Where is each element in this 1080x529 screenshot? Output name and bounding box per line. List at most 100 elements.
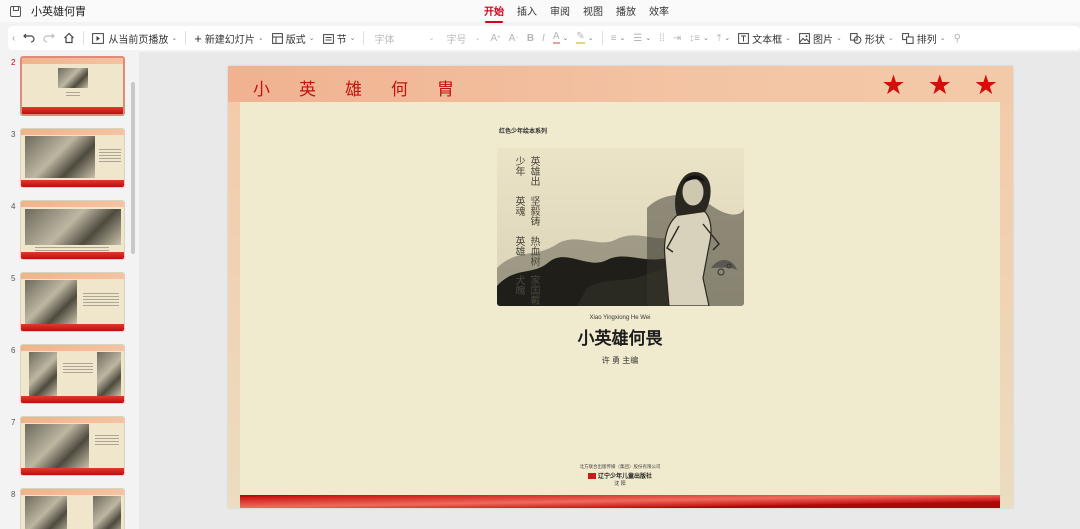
plus-icon: +	[194, 30, 202, 46]
thumbnail-row: 5	[0, 272, 130, 334]
shape-icon	[850, 32, 862, 44]
new-slide-label: 新建幻灯片	[204, 34, 255, 46]
chevron-down-icon: ⌄	[428, 35, 435, 42]
book-publisher-city: 沈 阳	[614, 481, 626, 487]
thumbnail-row: 7	[0, 416, 130, 478]
ribbon-tabs: 开始 插入 审阅 视图 播放 效率	[484, 0, 669, 23]
book-title: 小英雄何畏	[577, 329, 663, 349]
star-icon: ★	[927, 70, 952, 100]
section-icon	[322, 33, 334, 44]
home-icon[interactable]	[59, 28, 79, 48]
book-editor: 许 勇 主编	[601, 356, 639, 365]
section-button[interactable]: 节 ⌄	[319, 28, 360, 48]
thumbnail-number: 8	[11, 490, 16, 499]
slide-title-char: 英	[299, 80, 316, 100]
slide-right-border	[1000, 102, 1013, 508]
chevron-down-icon: ⌄	[887, 35, 894, 42]
book-cover-image[interactable]: 红色少年绘本系列 家国戴犬魄 热血树英雄 坚毅铸英魂 英雄出少年 Xiao Yi…	[240, 102, 1000, 495]
thumbnail-row: 8	[0, 488, 130, 529]
title-bar: 小英雄何胄 开始 插入 审阅 视图 播放 效率	[0, 0, 1080, 23]
thumbnails-scrollbar[interactable]	[131, 82, 135, 254]
bullet-list-icon[interactable]: ☰ ⌄	[629, 28, 655, 48]
font-color-icon[interactable]: A ⌄	[549, 28, 573, 48]
poem-columns: 家国戴犬魄 热血树英雄 坚毅铸英魂 英雄出少年	[511, 156, 541, 306]
tab-review[interactable]: 审阅	[550, 3, 570, 20]
italic-icon[interactable]: I	[538, 28, 549, 48]
format-painter-icon[interactable]: ⚲	[950, 28, 965, 48]
increase-font-icon[interactable]: A +	[486, 28, 504, 48]
slide[interactable]: 小 英 雄 何 胄 ★ ★ ★ 红色少年绘本系列 家国戴犬魄 热血树英雄 坚毅铸…	[228, 66, 1013, 508]
document-title: 小英雄何胄	[31, 6, 86, 18]
font-family-select[interactable]: 字体 ⌄	[368, 29, 440, 47]
toolbar-divider	[185, 31, 187, 45]
thumbnail-number: 3	[11, 130, 16, 139]
tab-view[interactable]: 视图	[583, 3, 603, 20]
arrange-icon	[901, 32, 914, 44]
slide-thumbnail-4[interactable]	[20, 200, 125, 260]
thumbnail-row: 4	[0, 200, 130, 262]
poem-column: 坚毅铸英魂	[513, 195, 539, 226]
picture-icon	[799, 32, 810, 44]
chevron-down-icon: ⌄	[308, 35, 315, 42]
slide-title-char: 雄	[345, 80, 362, 100]
thumbnail-number: 2	[11, 58, 16, 67]
chevron-down-icon: ⌄	[836, 35, 842, 42]
arrange-button[interactable]: 排列 ⌄	[898, 28, 950, 48]
slide-title-char: 何	[391, 80, 408, 100]
slide-thumbnail-8[interactable]	[20, 488, 125, 529]
line-spacing-icon[interactable]: ↕≡ ⌄	[685, 28, 713, 48]
chevron-down-icon: ⌄	[257, 35, 264, 42]
slide-title[interactable]: 小 英 雄 何 胄	[253, 75, 454, 100]
book-publisher-group: 北方联合出版传媒（集团）股份有限公司	[579, 464, 661, 469]
tab-slideshow[interactable]: 播放	[616, 3, 636, 20]
stars-group: ★ ★ ★	[881, 70, 998, 100]
collapse-left-icon[interactable]: ‹	[8, 28, 19, 48]
tab-home[interactable]: 开始	[484, 3, 504, 23]
tab-insert[interactable]: 插入	[517, 3, 537, 20]
highlight-icon[interactable]: ✎ ⌄	[572, 28, 597, 48]
slide-thumbnail-5[interactable]	[20, 272, 125, 332]
star-icon: ★	[881, 70, 906, 100]
font-size-value: 字号	[446, 34, 467, 46]
tab-efficiency[interactable]: 效率	[649, 3, 669, 20]
textbox-icon	[738, 32, 750, 44]
chevron-down-icon: ⌄	[474, 35, 481, 42]
picture-button[interactable]: 图片 ⌄	[795, 28, 846, 48]
poem-column: 家国戴犬魄	[513, 275, 539, 306]
align-left-icon[interactable]: ≡ ⌄	[607, 28, 630, 48]
text-direction-icon[interactable]: ⤒ ⌄	[713, 28, 734, 48]
columns-icon[interactable]: ⁞⁞	[655, 28, 669, 48]
font-family-value: 字体	[374, 34, 395, 46]
slide-thumbnail-2[interactable]	[20, 56, 125, 116]
undo-icon[interactable]	[19, 28, 39, 48]
slide-thumbnail-6[interactable]	[20, 344, 125, 404]
slide-canvas[interactable]: 小 英 雄 何 胄 ★ ★ ★ 红色少年绘本系列 家国戴犬魄 热血树英雄 坚毅铸…	[139, 52, 1080, 529]
slide-left-border	[228, 102, 240, 508]
bold-icon[interactable]: B	[523, 28, 538, 48]
publisher-logo-icon	[587, 473, 596, 480]
arrange-label: 排列	[916, 34, 937, 46]
save-icon[interactable]	[10, 5, 21, 17]
layout-button[interactable]: 版式 ⌄	[268, 28, 319, 48]
redo-icon[interactable]	[39, 28, 59, 48]
toolbar-divider	[601, 31, 603, 45]
book-publisher: 辽宁少年儿童出版社	[240, 471, 1000, 480]
play-from-current-button[interactable]: 从当前页播放 ⌄	[88, 28, 181, 48]
chevron-down-icon: ⌄	[349, 35, 356, 42]
new-slide-button[interactable]: + 新建幻灯片 ⌄	[190, 28, 267, 48]
thumbnail-number: 7	[11, 418, 16, 427]
slide-thumbnail-7[interactable]	[20, 416, 125, 476]
font-size-select[interactable]: 字号 ⌄	[440, 29, 486, 47]
poem-column: 热血树英雄	[513, 235, 539, 266]
indent-icon[interactable]: ⇥	[669, 28, 685, 48]
decrease-font-icon[interactable]: A −	[505, 28, 523, 48]
textbox-button[interactable]: 文本框 ⌄	[734, 28, 795, 48]
layout-icon	[271, 32, 283, 44]
chevron-down-icon: ⌄	[171, 35, 178, 42]
slide-thumbnail-3[interactable]	[20, 128, 125, 188]
thumbnail-number: 4	[11, 202, 16, 211]
toolbar-divider	[83, 31, 85, 45]
ribbon-toolbar: ‹ 从当前页播放 ⌄ + 新建幻灯片 ⌄ 版式 ⌄ 节 ⌄ 字体 ⌄ 字号 ⌄ A + A − …	[8, 26, 1080, 50]
shape-button[interactable]: 形状 ⌄	[846, 28, 898, 48]
star-icon: ★	[973, 70, 998, 100]
